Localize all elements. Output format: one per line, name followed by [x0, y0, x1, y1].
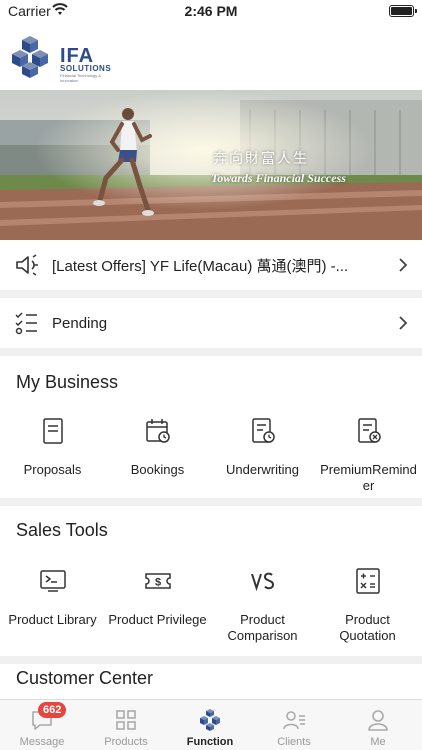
terminal-icon [39, 570, 66, 592]
bookings-label: Bookings [130, 462, 185, 477]
banner-image [0, 90, 422, 240]
cubes-logo-icon [200, 709, 220, 731]
customer-center-section: Customer Center [0, 656, 422, 700]
premium-reminder-label-1: PremiumRemind [320, 462, 417, 477]
app-header: IFA SOLUTIONS Financial Technology & Inn… [0, 24, 422, 90]
product-privilege-label: Product Privilege [108, 612, 207, 627]
tab-clients[interactable]: Clients [252, 700, 336, 750]
document-cancel-icon [357, 418, 381, 443]
pending-label: Pending [52, 315, 108, 332]
banner-title-en: Towards Financial Success [211, 171, 346, 185]
tab-label: Me [370, 736, 386, 748]
document-clock-icon [251, 418, 275, 443]
premium-reminder-label-2: er [362, 478, 375, 493]
product-quotation-label-1: Product [345, 612, 390, 627]
tab-function[interactable]: Function [168, 700, 252, 750]
underwriting-tile[interactable]: Underwriting [210, 416, 315, 486]
battery-icon [389, 5, 417, 17]
product-privilege-tile[interactable]: $ Product Privilege [105, 566, 210, 646]
ticket-dollar-icon: $ [144, 573, 171, 589]
section-title: Customer Center [16, 668, 154, 688]
pending-row[interactable]: Pending [0, 298, 422, 348]
speaker-icon [16, 254, 38, 276]
section-title: Sales Tools [16, 520, 108, 540]
chevron-right-icon [399, 258, 408, 272]
svg-text:$: $ [154, 577, 160, 589]
banner-title-cn: 奔向財富人生 [213, 151, 309, 167]
clock: 2:46 PM [184, 3, 238, 19]
product-comparison-label-1: Product [240, 612, 285, 627]
latest-offers-text: [Latest Offers] YF Life(Macau) 萬通(澳門) -.… [52, 258, 349, 275]
product-quotation-tile[interactable]: Product Quotation [315, 566, 420, 646]
proposals-label: Proposals [23, 462, 82, 477]
tab-label: Message [19, 736, 65, 748]
logo-sub: SOLUTIONS [60, 64, 112, 73]
client-card-icon [283, 711, 305, 730]
logo-tagline: Financial Technology & Innovation [60, 73, 102, 83]
section-title: My Business [16, 372, 119, 392]
versus-icon [250, 572, 274, 592]
product-quotation-label-2: Quotation [339, 628, 396, 643]
tab-label: Clients [277, 736, 311, 748]
tab-label: Function [186, 736, 234, 748]
latest-offers-row[interactable]: [Latest Offers] YF Life(Macau) 萬通(澳門) -.… [0, 240, 422, 290]
premium-reminder-tile[interactable]: PremiumRemind er [315, 416, 422, 494]
task-list-icon [15, 312, 37, 335]
message-count-badge: 662 [38, 702, 67, 718]
sales-tools-section: Sales Tools Product Library $ Product Pr… [0, 506, 422, 656]
product-comparison-label-2: Comparison [227, 628, 298, 643]
bookings-tile[interactable]: Bookings [105, 416, 210, 486]
document-icon [42, 418, 63, 444]
my-business-section: My Business Proposals Bookings Underwrit… [0, 356, 422, 498]
tab-message[interactable]: 662 Message [0, 700, 84, 750]
chevron-right-icon [399, 316, 408, 330]
tab-products[interactable]: Products [84, 700, 168, 750]
product-library-tile[interactable]: Product Library [0, 566, 105, 646]
grid-icon [116, 710, 136, 730]
status-bar: Carrier 2:46 PM [0, 0, 422, 24]
product-library-label: Product Library [8, 612, 97, 627]
tab-label: Products [104, 736, 148, 748]
underwriting-label: Underwriting [226, 462, 299, 477]
tab-bar: 662 Message Products Function Clients Me [0, 699, 422, 750]
tab-me[interactable]: Me [336, 700, 420, 750]
proposals-tile[interactable]: Proposals [0, 416, 105, 486]
person-icon [368, 710, 388, 731]
logo-cubes-icon [12, 36, 48, 78]
calendar-clock-icon [145, 419, 170, 443]
calculator-icon [355, 568, 380, 594]
ifa-logo: IFA SOLUTIONS Financial Technology & Inn… [10, 32, 112, 83]
product-comparison-tile[interactable]: Product Comparison [210, 566, 315, 646]
promo-banner[interactable] [0, 90, 422, 240]
